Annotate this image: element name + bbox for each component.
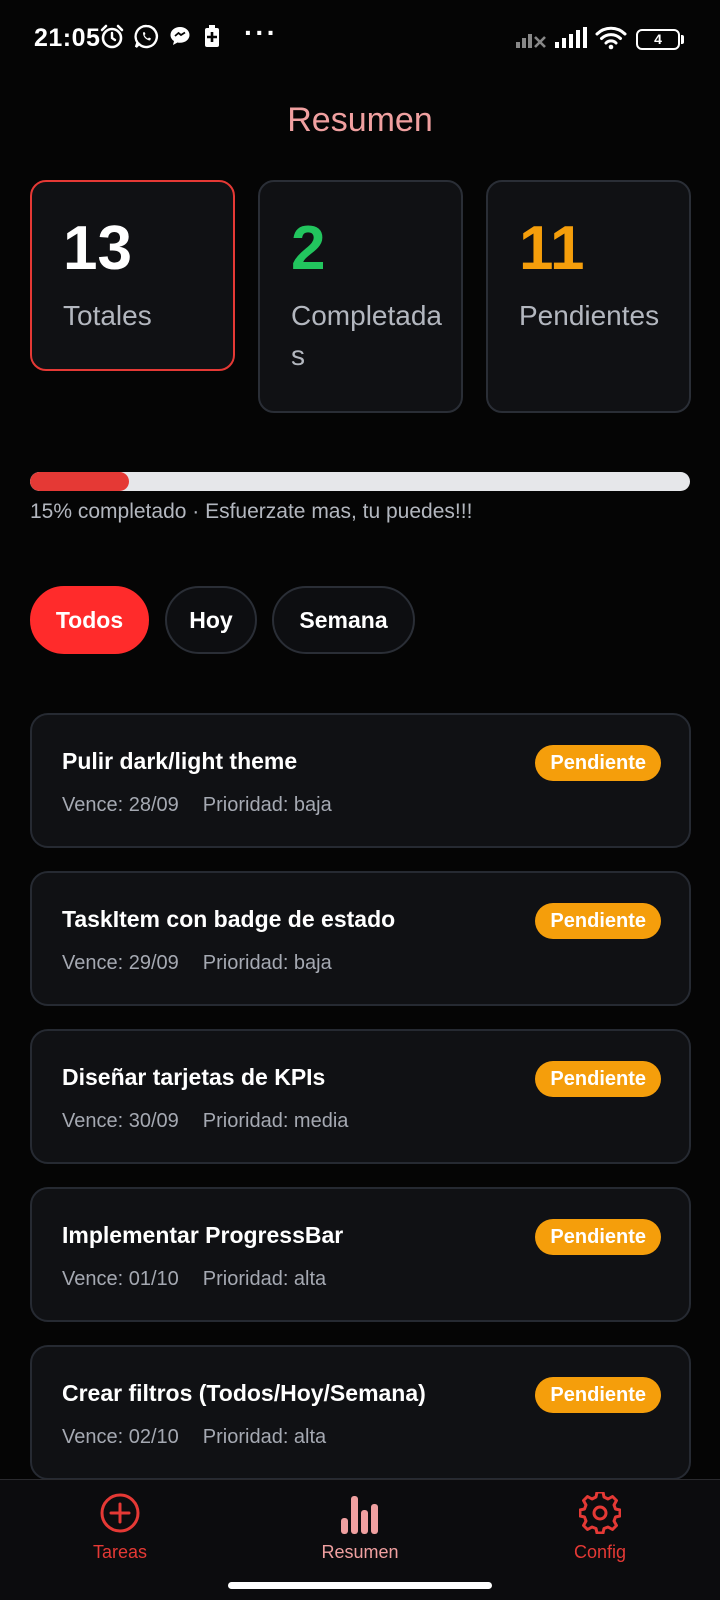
kpi-value: 13	[63, 214, 132, 283]
task-title: TaskItem con badge de estado	[62, 906, 396, 932]
status-time: 21:05	[34, 24, 101, 52]
nav-item-tareas[interactable]: Tareas	[40, 1492, 200, 1563]
task-due: Vence: 01/10	[62, 1268, 179, 1290]
task-due: Vence: 30/09	[62, 1110, 179, 1132]
task-card[interactable]: Pulir dark/light theme Vence: 28/09 Prior…	[30, 713, 691, 848]
task-card[interactable]: Implementar ProgressBar Vence: 01/10 Prio…	[30, 1187, 691, 1322]
chat-bubble-icon	[170, 27, 190, 45]
task-due: Vence: 28/09	[62, 794, 179, 816]
task-card[interactable]: Diseñar tarjetas de KPIs Vence: 30/09 Pri…	[30, 1029, 691, 1164]
status-badge: Pendiente	[535, 1219, 661, 1255]
task-meta: Vence: 30/09 Prioridad: media	[62, 1110, 348, 1133]
task-title: Crear filtros (Todos/Hoy/Semana)	[62, 1380, 426, 1406]
task-priority: Prioridad: baja	[202, 794, 332, 816]
more-notifications-icon: ···	[244, 17, 278, 48]
wifi-icon	[595, 26, 627, 50]
task-due: Vence: 29/09	[62, 952, 179, 974]
battery-icon: 4	[636, 29, 680, 50]
progress-fill	[30, 472, 129, 491]
task-priority: Prioridad: baja	[202, 952, 332, 974]
plus-circle-icon	[100, 1493, 140, 1533]
task-card[interactable]: Crear filtros (Todos/Hoy/Semana) Vence: …	[30, 1345, 691, 1480]
kpi-label: Pendientes	[519, 300, 660, 331]
task-title: Diseñar tarjetas de KPIs	[62, 1064, 326, 1090]
kpi-card-totales[interactable]: 13 Totales	[30, 180, 235, 371]
task-card[interactable]: TaskItem con badge de estado Vence: 29/0…	[30, 871, 691, 1006]
task-due: Vence: 02/10	[62, 1426, 179, 1448]
status-badge: Pendiente	[535, 1377, 661, 1413]
gear-icon	[579, 1492, 621, 1534]
task-title: Implementar ProgressBar	[62, 1222, 344, 1248]
status-bar: 21:05 ··· 4	[0, 0, 720, 78]
task-meta: Vence: 01/10 Prioridad: alta	[62, 1268, 326, 1291]
bar-chart-icon	[341, 1496, 378, 1534]
kpi-value: 2	[291, 214, 326, 283]
nav-item-resumen[interactable]: Resumen	[280, 1492, 440, 1563]
kpi-label: Totales	[63, 300, 152, 331]
filter-chip-semana[interactable]: Semana	[272, 586, 415, 654]
filter-chip-todos[interactable]: Todos	[30, 586, 149, 654]
page-title: Resumen	[287, 101, 433, 139]
nav-label: Config	[573, 1542, 627, 1562]
task-title: Pulir dark/light theme	[62, 748, 298, 774]
whatsapp-icon	[134, 24, 159, 49]
task-priority: Prioridad: alta	[202, 1268, 327, 1290]
status-badge: Pendiente	[535, 745, 661, 781]
filter-chip-hoy[interactable]: Hoy	[165, 586, 257, 654]
task-priority: Prioridad: media	[202, 1110, 349, 1132]
task-meta: Vence: 02/10 Prioridad: alta	[62, 1426, 326, 1449]
task-meta: Vence: 29/09 Prioridad: baja	[62, 952, 332, 975]
task-meta: Vence: 28/09 Prioridad: baja	[62, 794, 332, 817]
kpi-value: 11	[519, 214, 585, 283]
nav-item-config[interactable]: Config	[520, 1492, 680, 1563]
kpi-card-pendientes[interactable]: 11 Pendientes	[486, 180, 691, 413]
progress-bar	[30, 472, 690, 491]
status-badge: Pendiente	[535, 903, 661, 939]
kpi-card-completadas[interactable]: 2 Completadas	[258, 180, 463, 413]
battery-tip	[681, 35, 684, 44]
home-indicator[interactable]	[228, 1582, 492, 1589]
app-screen: 21:05 ··· 4 Resumen 13 Totales 2 Complet…	[0, 0, 720, 1600]
nav-label: Resumen	[321, 1542, 399, 1562]
battery-saver-icon	[205, 25, 219, 47]
signal-off-icon	[516, 34, 546, 48]
progress-text: 15% completado · Esfuerzate mas, tu pued…	[30, 500, 473, 523]
task-priority: Prioridad: alta	[202, 1426, 327, 1448]
alarm-icon	[100, 24, 124, 49]
status-badge: Pendiente	[535, 1061, 661, 1097]
kpi-label: Completadas	[291, 300, 442, 371]
nav-label: Tareas	[92, 1542, 148, 1562]
signal-icon	[555, 27, 587, 48]
